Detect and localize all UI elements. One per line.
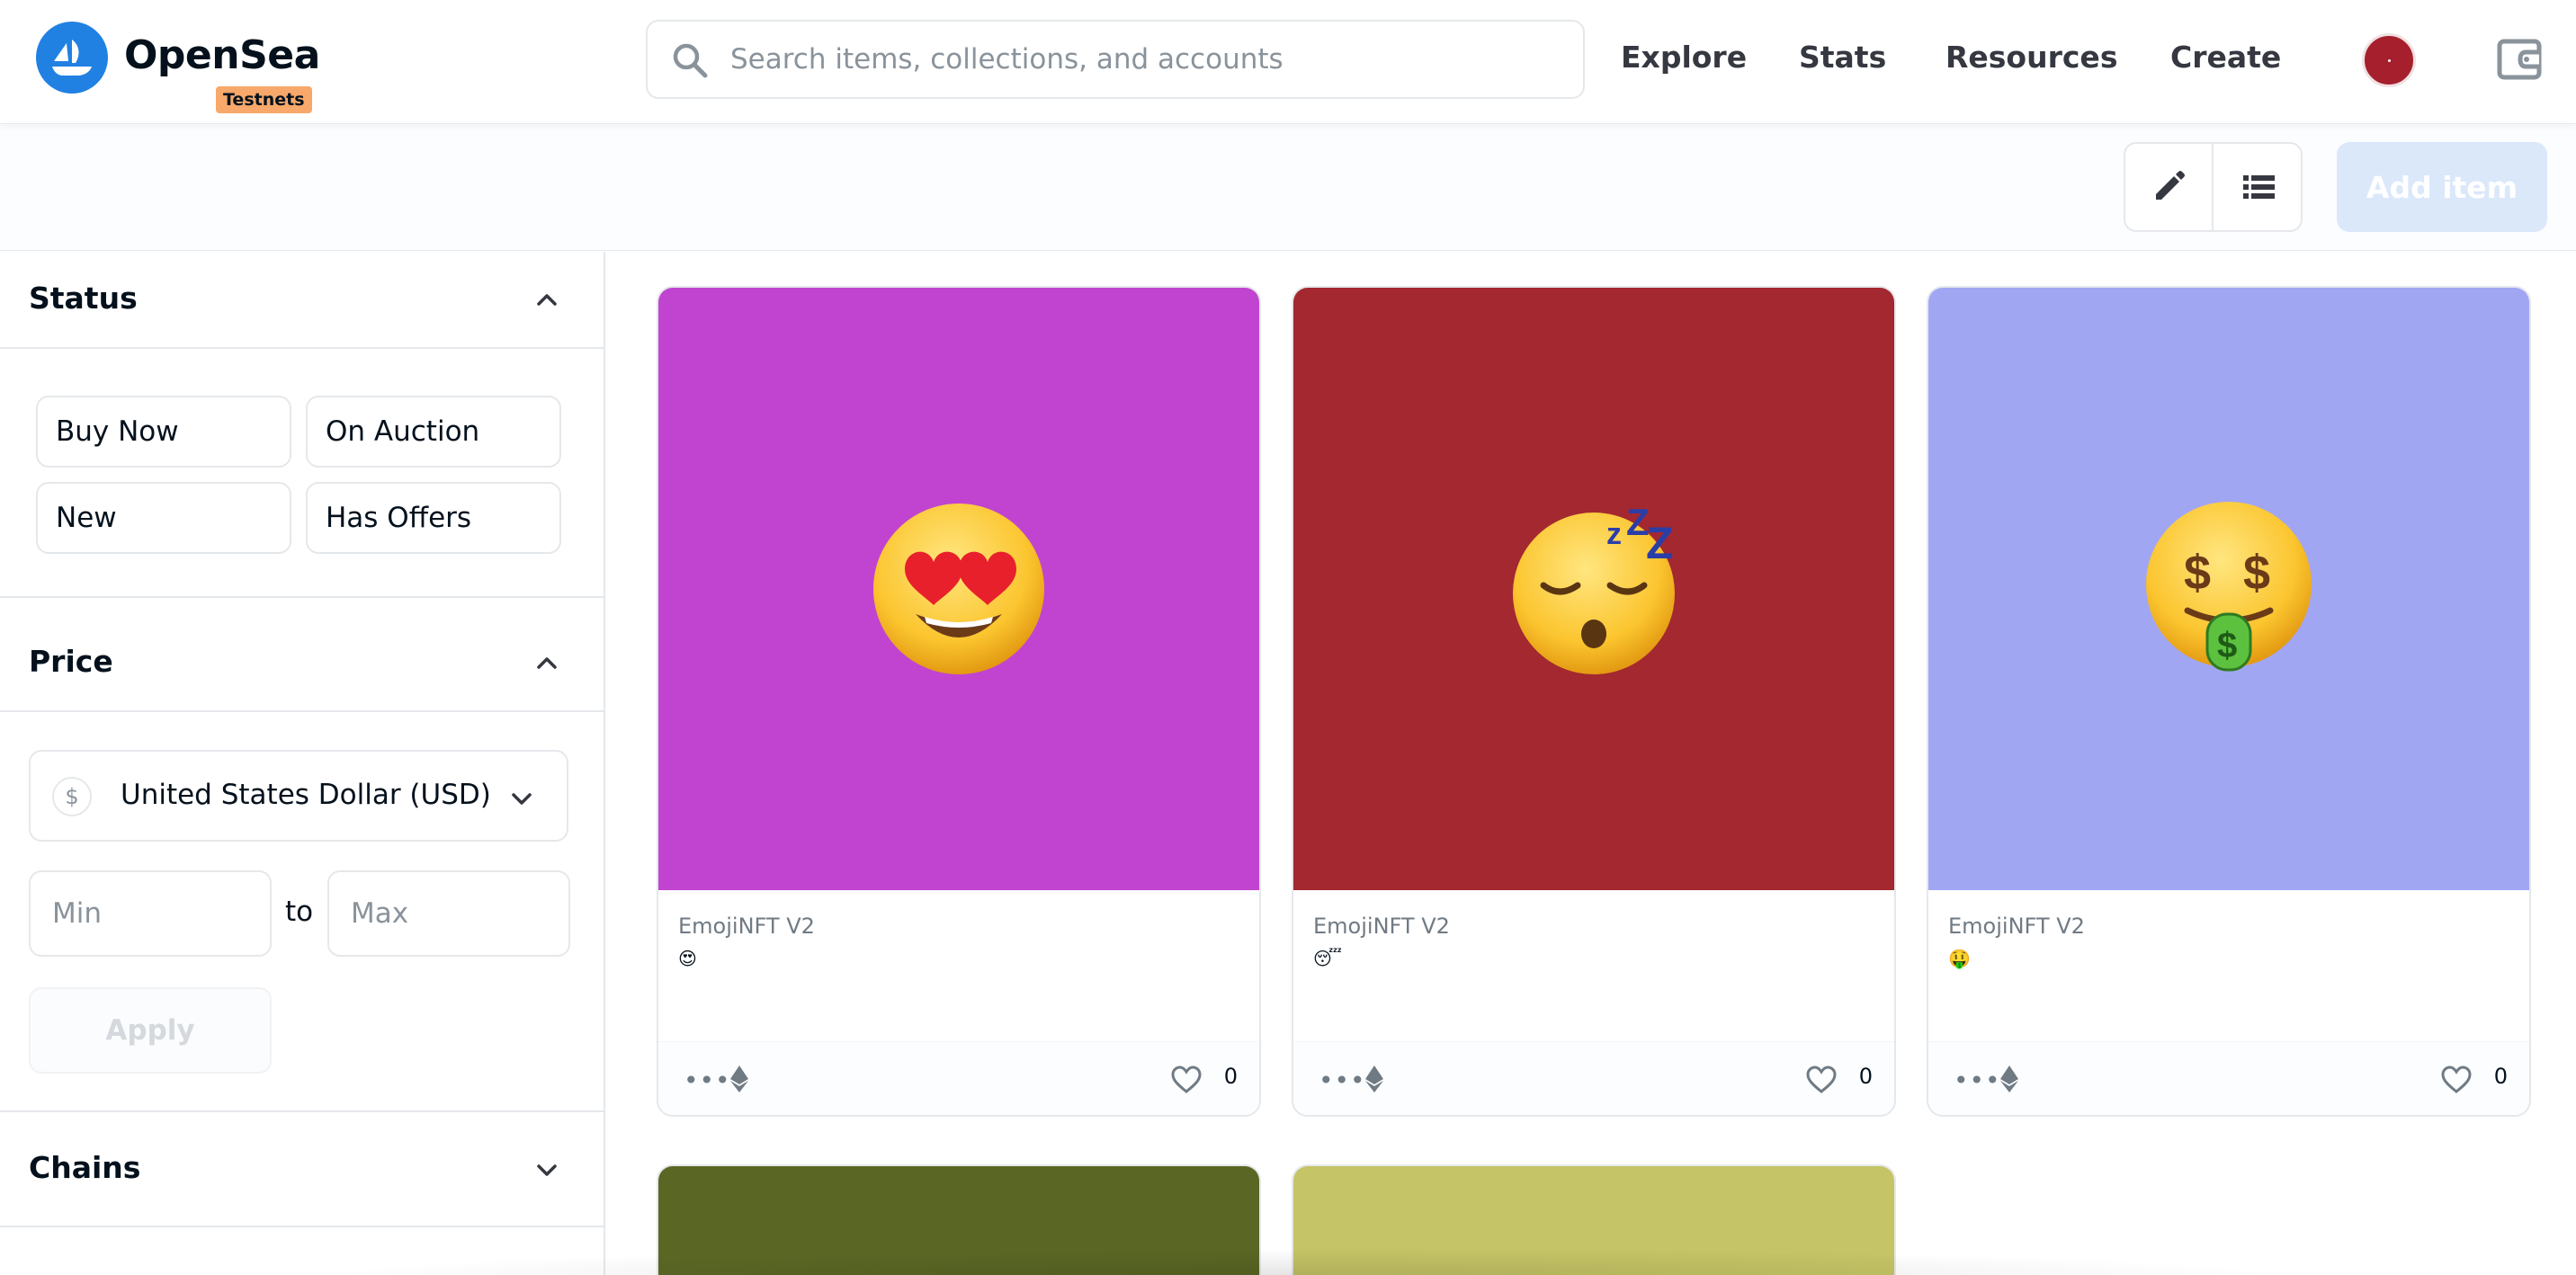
list-icon bbox=[2243, 175, 2275, 199]
svg-text:$: $ bbox=[2217, 626, 2237, 665]
nav-resources[interactable]: Resources bbox=[1945, 40, 2117, 75]
scroll-shadow bbox=[315, 1248, 2294, 1275]
opensea-logo[interactable] bbox=[36, 22, 108, 94]
chevron-up-icon bbox=[537, 657, 557, 669]
token-name: 🤑 bbox=[1948, 948, 1971, 969]
price-section-header[interactable]: Price bbox=[0, 615, 604, 712]
nft-card[interactable]: $ $ $ EmojiNFT V2 🤑 ••• 0 bbox=[1927, 286, 2531, 1117]
ethereum-icon bbox=[730, 1065, 748, 1092]
price-min-input[interactable] bbox=[29, 870, 272, 957]
heart-icon[interactable] bbox=[1806, 1065, 1837, 1094]
add-item-button[interactable]: Add item bbox=[2337, 142, 2547, 232]
search-bar[interactable] bbox=[646, 20, 1585, 99]
collection-name[interactable]: EmojiNFT V2 bbox=[678, 914, 1239, 939]
nft-card-info: EmojiNFT V2 😴 bbox=[1293, 890, 1894, 1041]
status-on-auction-button[interactable]: On Auction bbox=[306, 396, 561, 468]
currency-select[interactable]: $ United States Dollar (USD) bbox=[29, 750, 568, 842]
nft-image[interactable]: z Z Z bbox=[1293, 288, 1894, 890]
chevron-up-icon bbox=[537, 294, 557, 306]
collection-name[interactable]: EmojiNFT V2 bbox=[1948, 914, 2509, 939]
status-has-offers-button[interactable]: Has Offers bbox=[306, 482, 561, 554]
chains-title: Chains bbox=[29, 1150, 141, 1185]
token-name: 😍 bbox=[678, 948, 697, 969]
chevron-down-icon bbox=[537, 1164, 557, 1176]
top-navbar: OpenSea Testnets Explore Stats Resources… bbox=[0, 0, 2576, 124]
collection-toolbar: Add item bbox=[0, 125, 2576, 251]
collection-name[interactable]: EmojiNFT V2 bbox=[1313, 914, 1874, 939]
nav-explore[interactable]: Explore bbox=[1621, 40, 1747, 75]
currency-label: United States Dollar (USD) bbox=[121, 779, 491, 811]
testnets-badge: Testnets bbox=[216, 86, 312, 113]
like-count: 0 bbox=[2493, 1064, 2508, 1089]
profile-avatar[interactable] bbox=[2362, 33, 2416, 87]
view-toggle bbox=[2124, 142, 2303, 232]
nft-card[interactable]: z Z Z EmojiNFT V2 😴 ••• 0 bbox=[1292, 286, 1896, 1117]
svg-text:Z: Z bbox=[1646, 518, 1674, 568]
price-range-to-label: to bbox=[285, 896, 314, 928]
chevron-down-icon bbox=[512, 793, 532, 805]
search-icon bbox=[673, 43, 708, 78]
status-section-header[interactable]: Status bbox=[0, 252, 604, 349]
like-count: 0 bbox=[1223, 1064, 1238, 1089]
more-options-icon[interactable]: ••• bbox=[1319, 1065, 1366, 1095]
svg-text:$: $ bbox=[2243, 546, 2270, 600]
money-mouth-emoji-icon: $ $ $ bbox=[2146, 502, 2312, 672]
nft-image[interactable] bbox=[658, 288, 1259, 890]
pencil-icon bbox=[2156, 171, 2185, 200]
chains-section-header[interactable]: Chains bbox=[0, 1112, 604, 1227]
svg-text:z: z bbox=[1606, 517, 1622, 551]
ethereum-icon bbox=[2000, 1065, 2018, 1092]
edit-button[interactable] bbox=[2125, 144, 2214, 230]
wallet-icon[interactable] bbox=[2495, 34, 2545, 85]
more-options-icon[interactable]: ••• bbox=[1954, 1065, 2001, 1095]
status-title: Status bbox=[29, 281, 138, 316]
heart-eyes-emoji-icon bbox=[873, 504, 1044, 674]
heart-icon[interactable] bbox=[1171, 1065, 1202, 1094]
sleeping-emoji-icon: z Z Z bbox=[1513, 501, 1675, 674]
nft-card-info: EmojiNFT V2 😍 bbox=[658, 890, 1259, 1041]
filter-sidebar: Status Buy Now On Auction New Has Offers… bbox=[0, 252, 605, 1275]
apply-price-button[interactable]: Apply bbox=[29, 987, 272, 1074]
nft-card-footer: ••• 0 bbox=[1928, 1041, 2529, 1115]
nft-card-info: EmojiNFT V2 🤑 bbox=[1928, 890, 2529, 1041]
status-new-button[interactable]: New bbox=[36, 482, 291, 554]
status-buy-now-button[interactable]: Buy Now bbox=[36, 396, 291, 468]
price-max-input[interactable] bbox=[327, 870, 570, 957]
token-name: 😴 bbox=[1313, 948, 1343, 969]
nft-card-footer: ••• 0 bbox=[658, 1041, 1259, 1115]
heart-icon[interactable] bbox=[2441, 1065, 2472, 1094]
dollar-icon: $ bbox=[52, 777, 92, 816]
nav-stats[interactable]: Stats bbox=[1799, 40, 1886, 75]
list-view-button[interactable] bbox=[2214, 144, 2303, 230]
nft-image[interactable]: $ $ $ bbox=[1928, 288, 2529, 890]
more-options-icon[interactable]: ••• bbox=[684, 1065, 731, 1095]
nft-card-footer: ••• 0 bbox=[1293, 1041, 1894, 1115]
search-input[interactable] bbox=[730, 34, 1558, 85]
price-title: Price bbox=[29, 644, 113, 679]
nav-create[interactable]: Create bbox=[2170, 40, 2281, 75]
svg-text:$: $ bbox=[2184, 546, 2211, 600]
nft-card[interactable]: EmojiNFT V2 😍 ••• 0 bbox=[657, 286, 1261, 1117]
like-count: 0 bbox=[1858, 1064, 1873, 1089]
ethereum-icon bbox=[1365, 1065, 1383, 1092]
brand-name[interactable]: OpenSea bbox=[124, 32, 320, 78]
section-divider bbox=[0, 596, 604, 598]
